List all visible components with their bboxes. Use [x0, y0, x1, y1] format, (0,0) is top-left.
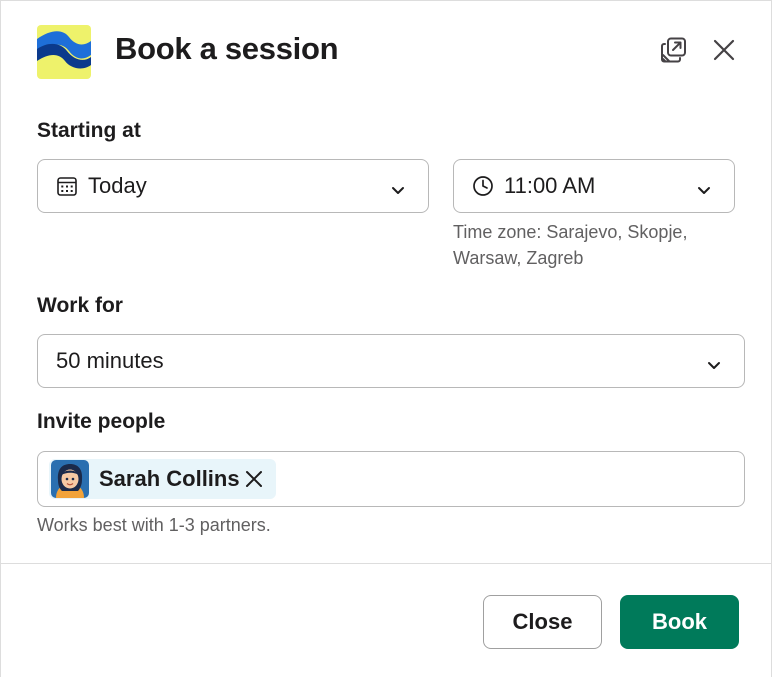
close-icon — [245, 470, 263, 488]
book-session-modal: Book a session Starting at Today 11:00 A… — [0, 0, 772, 677]
work-for-label: Work for — [37, 294, 123, 317]
timezone-line: Time zone: Sarajevo, Skopje, — [453, 222, 688, 242]
popout-button[interactable] — [657, 35, 691, 69]
close-button[interactable]: Close — [483, 595, 602, 649]
timezone-hint: Time zone: Sarajevo, Skopje, Warsaw, Zag… — [453, 219, 687, 271]
time-select[interactable]: 11:00 AM — [453, 159, 735, 213]
chevron-down-icon — [696, 178, 712, 204]
person-chip: Sarah Collins — [49, 459, 276, 499]
app-logo-icon — [37, 25, 91, 79]
chevron-down-icon — [390, 178, 406, 204]
close-modal-button[interactable] — [707, 35, 741, 69]
clock-icon — [472, 175, 494, 197]
duration-select[interactable]: 50 minutes — [37, 334, 745, 388]
timezone-line: Warsaw, Zagreb — [453, 248, 584, 268]
modal-title: Book a session — [115, 31, 339, 66]
modal-header: Book a session — [1, 1, 771, 101]
starting-at-label: Starting at — [37, 119, 141, 142]
invite-hint: Works best with 1-3 partners. — [37, 515, 271, 535]
close-icon — [712, 38, 736, 67]
calendar-icon — [56, 175, 78, 197]
chevron-down-icon — [706, 353, 722, 379]
popout-icon — [660, 36, 688, 69]
footer-divider — [1, 563, 771, 564]
date-select[interactable]: Today — [37, 159, 429, 213]
date-select-value: Today — [88, 173, 147, 198]
avatar — [51, 460, 89, 498]
invite-people-label: Invite people — [37, 410, 166, 433]
time-select-value: 11:00 AM — [504, 173, 596, 198]
person-chip-name: Sarah Collins — [99, 466, 240, 491]
book-button[interactable]: Book — [620, 595, 739, 649]
remove-person-button[interactable] — [242, 467, 266, 491]
duration-select-value: 50 minutes — [56, 348, 164, 373]
